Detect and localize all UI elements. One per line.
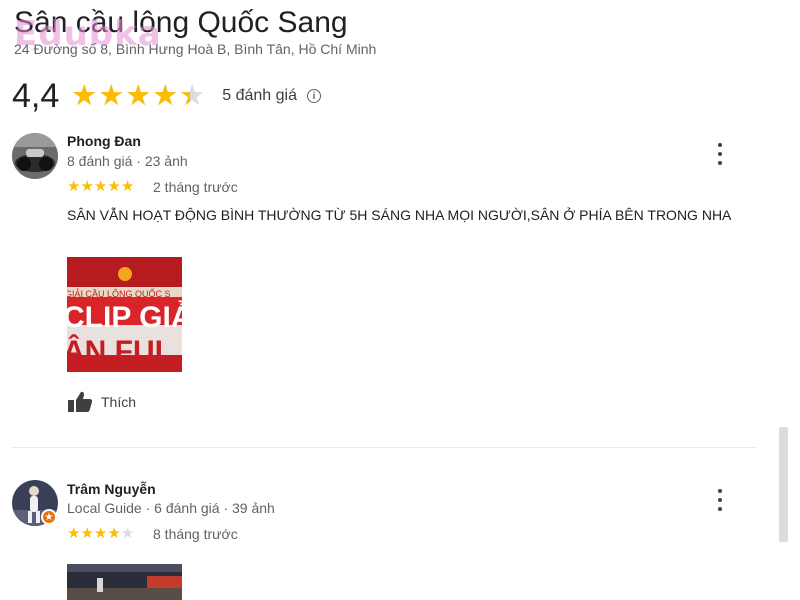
like-label: Thích [101, 394, 137, 410]
star-filled-icon: ★ [107, 178, 121, 195]
reviewer-name[interactable]: Trâm Nguyễn [67, 481, 156, 497]
reviewer-name[interactable]: Phong Đan [67, 133, 141, 149]
star-empty-icon: ★ [120, 525, 135, 542]
like-button[interactable]: Thích [67, 391, 136, 413]
more-options-button[interactable] [712, 143, 728, 165]
more-options-button[interactable] [712, 489, 728, 511]
star-filled-icon: ★ [120, 178, 135, 195]
photo-subheadline: ẬN FUL [67, 334, 173, 368]
review-text: SÂN VẪN HOẠT ĐỘNG BÌNH THƯỜNG TỪ 5H SÁNG… [67, 207, 732, 223]
review-stars: ★★★★★ [67, 526, 134, 541]
rating-summary: 4,4 ★★★★★ ★★★★★ 5 đánh giá i [12, 76, 321, 115]
review-divider [12, 447, 756, 448]
photo-caption: GIẢI CẦU LÔNG QUỐC S [67, 288, 171, 299]
star-filled-icon: ★ [93, 178, 108, 195]
place-address: 24 Đường số 8, Bình Hưng Hoà B, Bình Tân… [14, 41, 377, 57]
thumbs-up-icon [68, 391, 93, 412]
review-photo[interactable] [67, 564, 182, 600]
local-guide-badge-icon: ★ [41, 509, 57, 525]
star-filled-icon: ★ [80, 525, 94, 542]
review-date: 8 tháng trước [153, 526, 238, 542]
review-photo[interactable]: GIẢI CẦU LÔNG QUỐC S CLIP GIẢ ẬN FUL [67, 257, 182, 372]
star-filled-icon: ★ [107, 525, 121, 542]
review-date: 2 tháng trước [153, 179, 238, 195]
reviewer-meta: Local Guide · 6 đánh giá · 39 ảnh [67, 500, 275, 516]
star-filled-icon: ★ [80, 178, 94, 195]
rating-stars: ★★★★★ ★★★★★ [71, 79, 207, 112]
photo-headline: CLIP GIẢ [67, 300, 182, 334]
more-vertical-icon [718, 489, 722, 493]
star-filled-icon: ★ [93, 525, 108, 542]
star-filled-icon: ★ [67, 525, 81, 542]
review-stars: ★★★★★ [67, 179, 134, 194]
scrollbar[interactable] [779, 427, 788, 542]
more-vertical-icon [718, 143, 722, 147]
star-filled-icon: ★ [67, 178, 81, 195]
rating-value: 4,4 [12, 76, 60, 115]
review-count[interactable]: 5 đánh giá [222, 87, 297, 105]
avatar[interactable] [12, 133, 58, 179]
info-icon[interactable]: i [307, 89, 321, 103]
reviewer-meta: 8 đánh giá · 23 ảnh [67, 153, 188, 169]
